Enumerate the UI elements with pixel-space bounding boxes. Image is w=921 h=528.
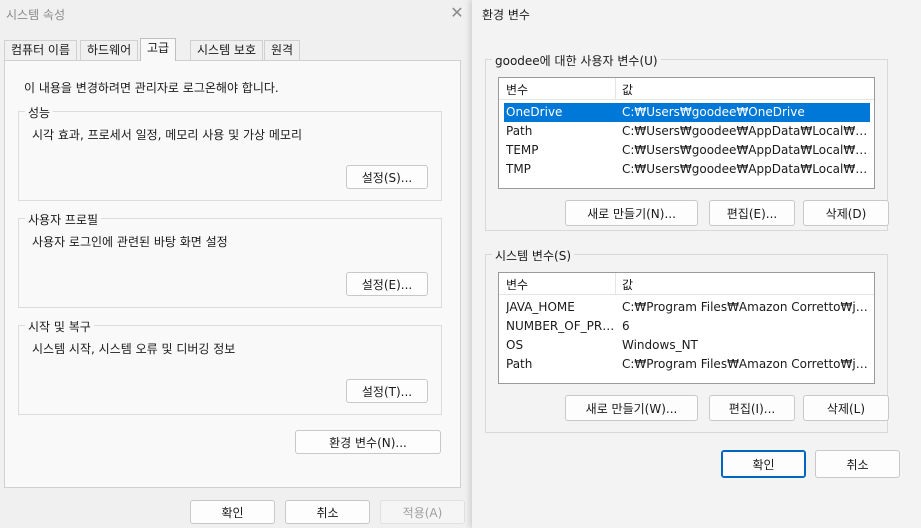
startup-recovery-title: 시작 및 복구 (25, 318, 94, 335)
window-title: 시스템 속성 (6, 8, 66, 22)
sys-ok-button[interactable]: 확인 (190, 500, 275, 524)
user-variables-title: goodee에 대한 사용자 변수(U) (492, 52, 661, 69)
row-value: C:₩Users₩goodee₩OneDrive (622, 105, 805, 119)
user-new-button[interactable]: 새로 만들기(N)... (565, 200, 698, 226)
row-value: 6 (622, 319, 630, 333)
system-variables-title: 시스템 변수(S) (492, 247, 574, 264)
environment-variables-button[interactable]: 환경 변수(N)... (295, 430, 441, 454)
row-name: NUMBER_OF_PRO... (506, 319, 616, 333)
user-profiles-title: 사용자 프로필 (25, 211, 102, 228)
row-name: OneDrive (506, 105, 563, 119)
row-value: C:₩Users₩goodee₩AppData₩Local₩Temp (622, 143, 868, 157)
row-value: C:₩Users₩goodee₩AppData₩Local₩Micro... (622, 124, 868, 138)
row-value: C:₩Users₩goodee₩AppData₩Local₩Temp (622, 162, 868, 176)
env-cancel-button[interactable]: 취소 (815, 450, 900, 478)
system-new-button[interactable]: 새로 만들기(W)... (565, 395, 698, 421)
sys-cancel-button[interactable]: 취소 (285, 500, 370, 524)
performance-settings-button[interactable]: 설정(S)... (346, 165, 428, 189)
tab-advanced[interactable]: 고급 (140, 38, 177, 61)
system-variables-group: 시스템 변수(S) 변수 값 JAVA_HOME C:₩Program File… (485, 247, 889, 433)
tab-system-protection[interactable]: 시스템 보호 (190, 40, 264, 60)
user-list-header: 변수 값 (499, 78, 874, 100)
env-ok-button[interactable]: 확인 (721, 450, 806, 478)
startup-recovery-settings-button[interactable]: 설정(T)... (346, 379, 428, 403)
user-col-variable[interactable]: 변수 (506, 81, 528, 98)
table-row[interactable]: OS Windows_NT (504, 336, 870, 355)
table-row[interactable]: JAVA_HOME C:₩Program Files₩Amazon Corret… (504, 298, 870, 317)
environment-variables-window: 환경 변수 goodee에 대한 사용자 변수(U) 변수 값 OneDrive… (472, 0, 921, 528)
row-name: JAVA_HOME (506, 300, 575, 314)
table-row[interactable]: TMP C:₩Users₩goodee₩AppData₩Local₩Temp (504, 160, 870, 179)
env-window-title: 환경 변수 (482, 8, 530, 22)
system-edit-button[interactable]: 편집(I)... (709, 395, 795, 421)
row-value: C:₩Program Files₩Amazon Corretto₩jdk11..… (622, 357, 868, 371)
tab-computer-name[interactable]: 컴퓨터 이름 (4, 40, 78, 60)
user-profiles-settings-button[interactable]: 설정(E)... (346, 272, 428, 296)
user-profiles-desc: 사용자 로그인에 관련된 바탕 화면 설정 (32, 235, 228, 249)
system-col-value[interactable]: 값 (622, 276, 633, 293)
performance-group: 성능 시각 효과, 프로세서 일정, 메모리 사용 및 가상 메모리 설정(S)… (18, 104, 442, 201)
table-row[interactable]: TEMP C:₩Users₩goodee₩AppData₩Local₩Temp (504, 141, 870, 160)
system-col-variable[interactable]: 변수 (506, 276, 528, 293)
table-row[interactable]: Path C:₩Users₩goodee₩AppData₩Local₩Micro… (504, 122, 870, 141)
row-name: TEMP (506, 143, 539, 157)
user-variables-list[interactable]: 변수 값 OneDrive C:₩Users₩goodee₩OneDrive P… (498, 77, 875, 189)
row-value: C:₩Program Files₩Amazon Corretto₩jdk11..… (622, 300, 868, 314)
advanced-tab-panel: 이 내용을 변경하려면 관리자로 로그온해야 합니다. 성능 시각 효과, 프로… (4, 60, 461, 488)
user-variables-group: goodee에 대한 사용자 변수(U) 변수 값 OneDrive C:₩Us… (485, 52, 889, 231)
system-properties-window: 시스템 속성 ✕ 컴퓨터 이름 하드웨어 고급 시스템 보호 원격 이 내용을 … (0, 0, 472, 528)
row-name: Path (506, 357, 533, 371)
performance-desc: 시각 효과, 프로세서 일정, 메모리 사용 및 가상 메모리 (32, 128, 302, 142)
sys-apply-button[interactable]: 적용(A) (380, 500, 465, 524)
system-list-header: 변수 값 (499, 273, 874, 295)
table-row[interactable]: OneDrive C:₩Users₩goodee₩OneDrive (504, 103, 870, 122)
row-value: Windows_NT (622, 338, 698, 352)
table-row[interactable]: Path C:₩Program Files₩Amazon Corretto₩jd… (504, 355, 870, 374)
startup-recovery-desc: 시스템 시작, 시스템 오류 및 디버깅 정보 (32, 342, 236, 356)
system-variables-list[interactable]: 변수 값 JAVA_HOME C:₩Program Files₩Amazon C… (498, 272, 875, 384)
performance-title: 성능 (25, 104, 54, 121)
tab-hardware[interactable]: 하드웨어 (80, 40, 139, 60)
tab-remote[interactable]: 원격 (264, 40, 301, 60)
row-name: OS (506, 338, 524, 352)
table-row[interactable]: NUMBER_OF_PRO... 6 (504, 317, 870, 336)
user-col-value[interactable]: 값 (622, 81, 633, 98)
close-icon[interactable]: ✕ (447, 3, 467, 23)
row-name: Path (506, 124, 533, 138)
user-profiles-group: 사용자 프로필 사용자 로그인에 관련된 바탕 화면 설정 설정(E)... (18, 211, 442, 308)
system-delete-button[interactable]: 삭제(L) (803, 395, 889, 421)
admin-notice: 이 내용을 변경하려면 관리자로 로그온해야 합니다. (24, 81, 279, 95)
user-delete-button[interactable]: 삭제(D) (803, 200, 889, 226)
row-name: TMP (506, 162, 531, 176)
column-divider[interactable] (615, 273, 616, 295)
column-divider[interactable] (615, 78, 616, 100)
startup-recovery-group: 시작 및 복구 시스템 시작, 시스템 오류 및 디버깅 정보 설정(T)... (18, 318, 442, 415)
user-edit-button[interactable]: 편집(E)... (709, 200, 795, 226)
